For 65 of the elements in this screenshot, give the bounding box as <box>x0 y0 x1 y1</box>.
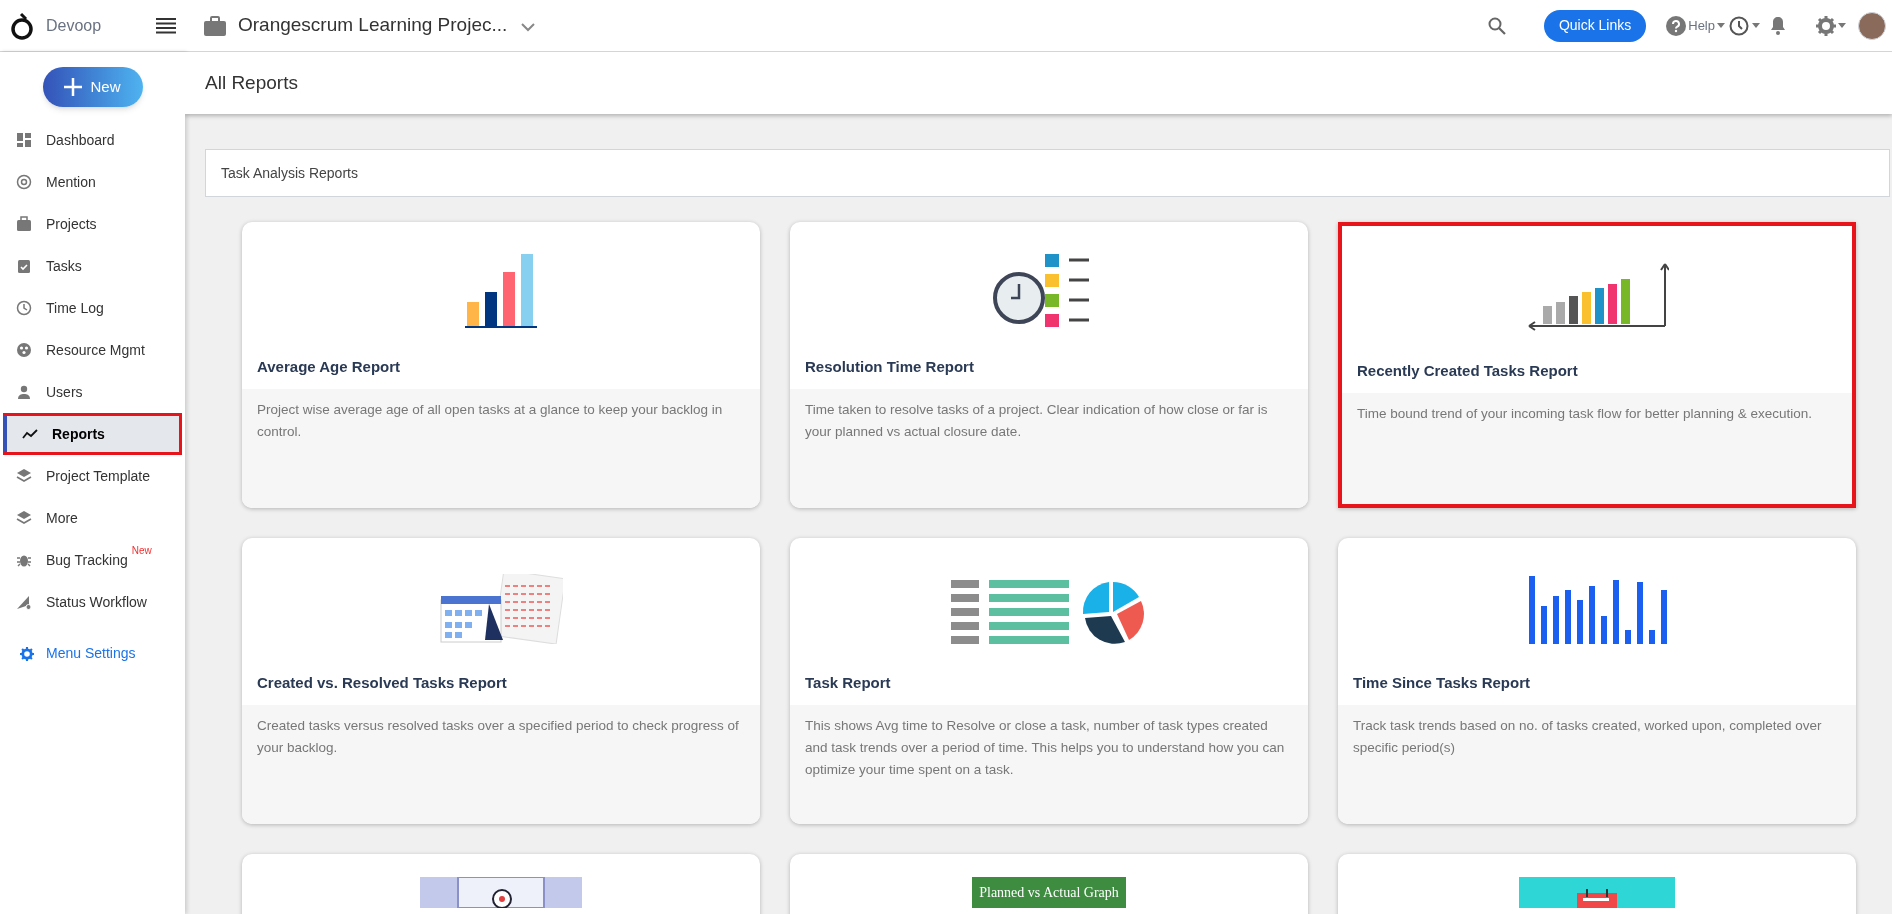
clipboard-check-icon <box>16 258 32 274</box>
triangle-gear-icon <box>16 594 32 610</box>
help-menu[interactable]: Help <box>1688 15 1715 36</box>
card-description: Time taken to resolve tasks of a project. Clear indication of how close or far is your planned vs actual closure date. <box>790 388 1308 508</box>
briefcase-icon <box>16 216 32 232</box>
clock-icon <box>16 300 32 316</box>
bell-icon[interactable] <box>1770 16 1786 35</box>
menu-settings-link[interactable]: Menu Settings <box>46 643 136 664</box>
user-icon <box>16 384 32 400</box>
layers-icon <box>16 510 32 526</box>
chevron-down-icon[interactable] <box>521 23 536 32</box>
clock-icon[interactable] <box>1729 15 1749 36</box>
sidebar-item[interactable]: Dashboard <box>0 119 185 161</box>
dashboard-icon <box>16 132 32 148</box>
sidebar-item[interactable]: Mention <box>0 161 185 203</box>
menu-icon[interactable] <box>156 17 176 34</box>
sidebar-item[interactable]: Tasks <box>0 245 185 287</box>
new-button[interactable]: New <box>42 67 143 107</box>
card-title: Time Since Tasks Report <box>1352 673 1531 693</box>
sidebar-item[interactable]: Users <box>0 371 185 413</box>
caret-icon[interactable] <box>1838 23 1846 28</box>
search-icon[interactable] <box>1487 16 1506 35</box>
report-card[interactable]: Created vs. Resolved Tasks Report Created tasks versus resolved tasks over a specified period to check progress of your backlog. <box>242 538 760 824</box>
sidebar-item[interactable]: More <box>0 497 185 539</box>
card-description: Time bound trend of your incoming task flow for better planning & execution. <box>1342 392 1852 504</box>
caret-icon[interactable] <box>1717 23 1725 28</box>
page-title: All Reports <box>205 70 298 95</box>
sidebar-item[interactable]: Time Log <box>0 287 185 329</box>
quick-links-button[interactable]: Quick Links <box>1543 9 1647 42</box>
section-title: Task Analysis Reports <box>221 163 358 183</box>
card-description: Track task trends based on no. of tasks created, worked upon, completed over specific period(s) <box>1338 704 1856 824</box>
report-card[interactable]: Recently Created Tasks Report Time bound trend of your incoming task flow for better planning & execution. <box>1338 222 1856 508</box>
report-card[interactable]: Time Since Tasks Report Track task trends based on no. of tasks created, worked upon, completed over specific period(s) <box>1338 538 1856 824</box>
settings-icon[interactable] <box>1816 15 1836 36</box>
layers-icon <box>16 468 32 484</box>
report-card[interactable]: Resolution Time Report Time taken to resolve tasks of a project. Clear indication of how close or far is your planned vs actual closure date. <box>790 222 1308 508</box>
sidebar-item[interactable]: Resource Mgmt <box>0 329 185 371</box>
card-title: Recently Created Tasks Report <box>1356 361 1579 381</box>
circle-dots-icon <box>16 342 32 358</box>
graph-thumbnail-caption: Planned vs Actual Graph <box>972 877 1126 908</box>
brand-name: Devoop <box>46 15 102 36</box>
card-title: Created vs. Resolved Tasks Report <box>256 673 508 693</box>
card-title: Task Report <box>804 673 892 693</box>
sidebar-item[interactable]: Project Template <box>0 455 185 497</box>
project-name[interactable]: Orangescrum Learning Projec... <box>238 11 508 40</box>
caret-icon[interactable] <box>1752 23 1760 28</box>
sidebar-item[interactable]: Status Workflow <box>0 581 185 623</box>
new-label: New <box>131 545 152 557</box>
report-card[interactable]: Average Age Report Project wise average age of all open tasks at a glance to keep your backlog in control. <box>242 222 760 508</box>
sidebar-item[interactable]: Reports <box>3 413 182 455</box>
sidebar-item[interactable]: Projects <box>0 203 185 245</box>
avatar[interactable] <box>1858 11 1886 40</box>
card-description: Project wise average age of all open tasks at a glance to keep your backlog in control. <box>242 388 760 508</box>
card-description: This shows Avg time to Resolve or close a task, number of task types created and task trends over a period of time. This helps you to understand how you can optimize your time spent on a task. <box>790 704 1308 824</box>
briefcase-icon <box>204 15 226 36</box>
sidebar-item[interactable]: Bug Tracking New <box>0 539 185 581</box>
logo-icon <box>10 11 34 40</box>
help-icon[interactable] <box>1666 15 1687 36</box>
report-card[interactable]: Planned vs Actual Graph <box>790 854 1308 914</box>
report-card[interactable] <box>790 538 1308 824</box>
settings-icon <box>20 646 34 661</box>
card-title: Average Age Report <box>256 357 402 377</box>
plus-icon <box>64 78 83 96</box>
card-title: Resolution Time Report <box>804 357 975 377</box>
card-description: Created tasks versus resolved tasks over a specified period to check progress of your backlog. <box>242 704 760 824</box>
